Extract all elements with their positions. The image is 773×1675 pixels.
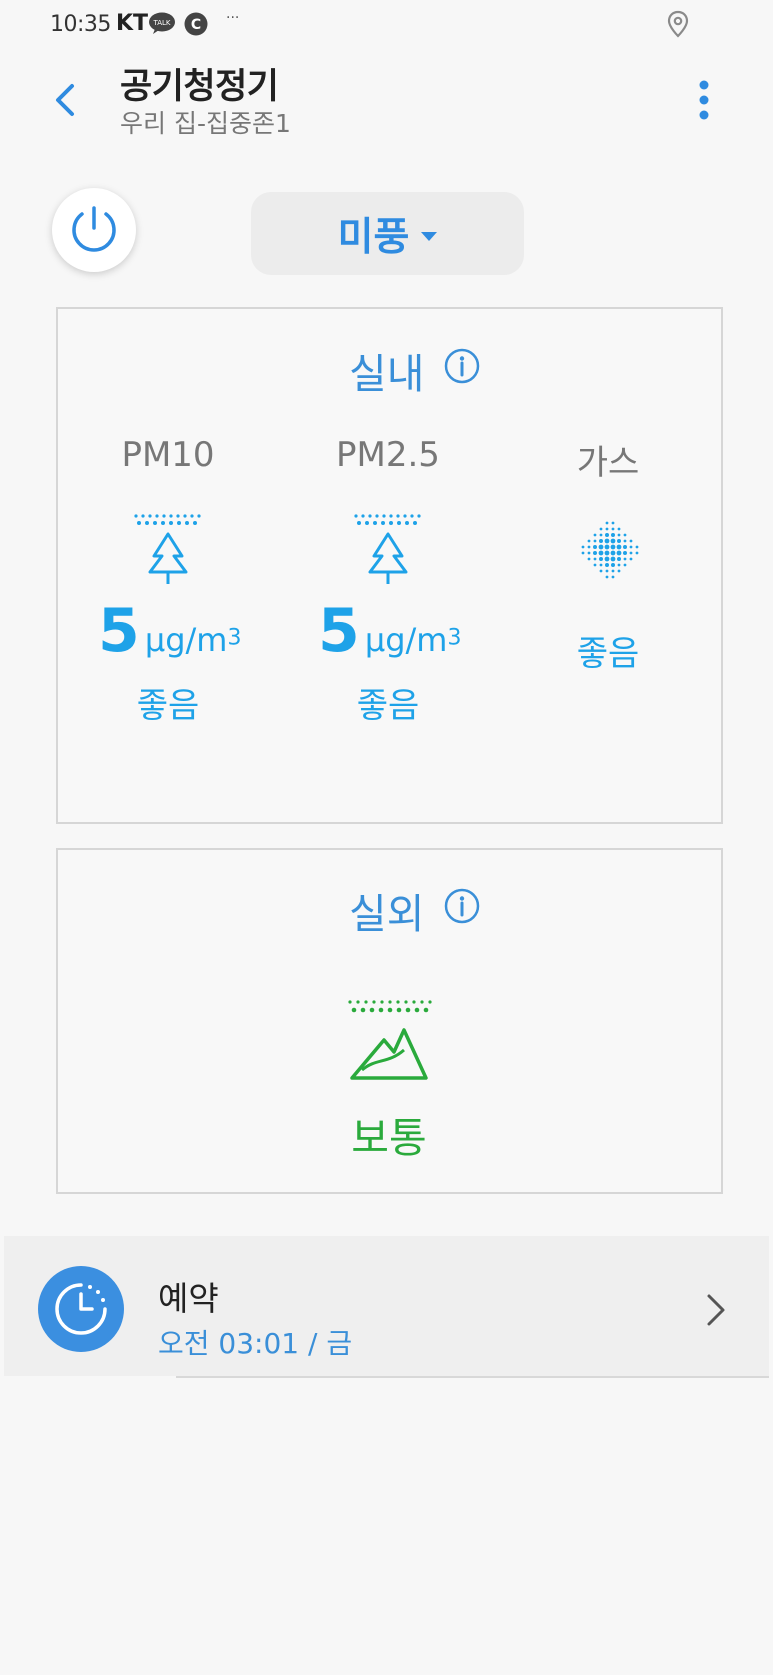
pm10-status: 좋음 — [136, 686, 200, 726]
pm10-label: PM10 — [121, 435, 215, 475]
location-icon — [666, 10, 690, 38]
pm25-value: 5 — [318, 596, 360, 666]
clock-button[interactable] — [38, 1266, 124, 1352]
back-arrow-icon — [56, 84, 74, 116]
page-title: 공기청정기 — [120, 67, 279, 107]
more-options-button[interactable] — [692, 78, 716, 122]
pm10-unit: μg/m — [144, 621, 228, 659]
pm10-unit-sup: 3 — [227, 625, 242, 651]
tree-air-good-icon — [132, 512, 204, 590]
outdoor-title: 실외 — [349, 890, 425, 938]
status-more-indicator: ··· — [226, 10, 240, 26]
outdoor-status: 보통 — [351, 1114, 427, 1162]
indoor-title: 실내 — [349, 350, 425, 398]
clock-icon — [55, 1283, 107, 1335]
gas-status: 좋음 — [576, 634, 640, 674]
schedule-time: 오전 03:01 / 금 — [158, 1327, 353, 1360]
back-button[interactable] — [48, 78, 84, 122]
caret-down-icon — [421, 232, 438, 241]
gas-dots-icon — [580, 520, 640, 584]
fan-mode-dropdown[interactable]: 미풍 — [251, 192, 524, 275]
fan-mode-label: 미풍 — [337, 214, 410, 260]
page-subtitle: 우리 집-집중존1 — [120, 109, 291, 138]
indoor-info-icon[interactable] — [444, 348, 480, 384]
chevron-right-icon[interactable] — [704, 1292, 728, 1328]
mountain-air-moderate-icon — [346, 998, 432, 1086]
talk-icon: TALK — [148, 12, 176, 34]
tree-air-good-icon — [352, 512, 424, 590]
outdoor-info-icon[interactable] — [444, 888, 480, 924]
pm10-reading: 5 μg/m3 — [98, 596, 241, 666]
svg-text:TALK: TALK — [152, 19, 170, 27]
status-carrier: KT — [116, 11, 149, 36]
pm25-reading: 5 μg/m3 — [318, 596, 461, 666]
schedule-divider — [176, 1376, 769, 1378]
gas-label: 가스 — [576, 443, 640, 483]
svg-text:C: C — [191, 17, 201, 33]
pm25-unit: μg/m — [364, 621, 448, 659]
pm25-status: 좋음 — [356, 686, 420, 726]
c-icon: C — [184, 12, 208, 36]
pm10-value: 5 — [98, 596, 140, 666]
power-button[interactable] — [52, 188, 136, 272]
schedule-title: 예약 — [158, 1279, 219, 1318]
power-icon — [72, 206, 116, 252]
pm25-unit-sup: 3 — [447, 625, 462, 651]
more-vertical-icon — [699, 80, 709, 120]
status-time: 10:35 — [50, 12, 111, 37]
pm25-label: PM2.5 — [336, 435, 440, 475]
